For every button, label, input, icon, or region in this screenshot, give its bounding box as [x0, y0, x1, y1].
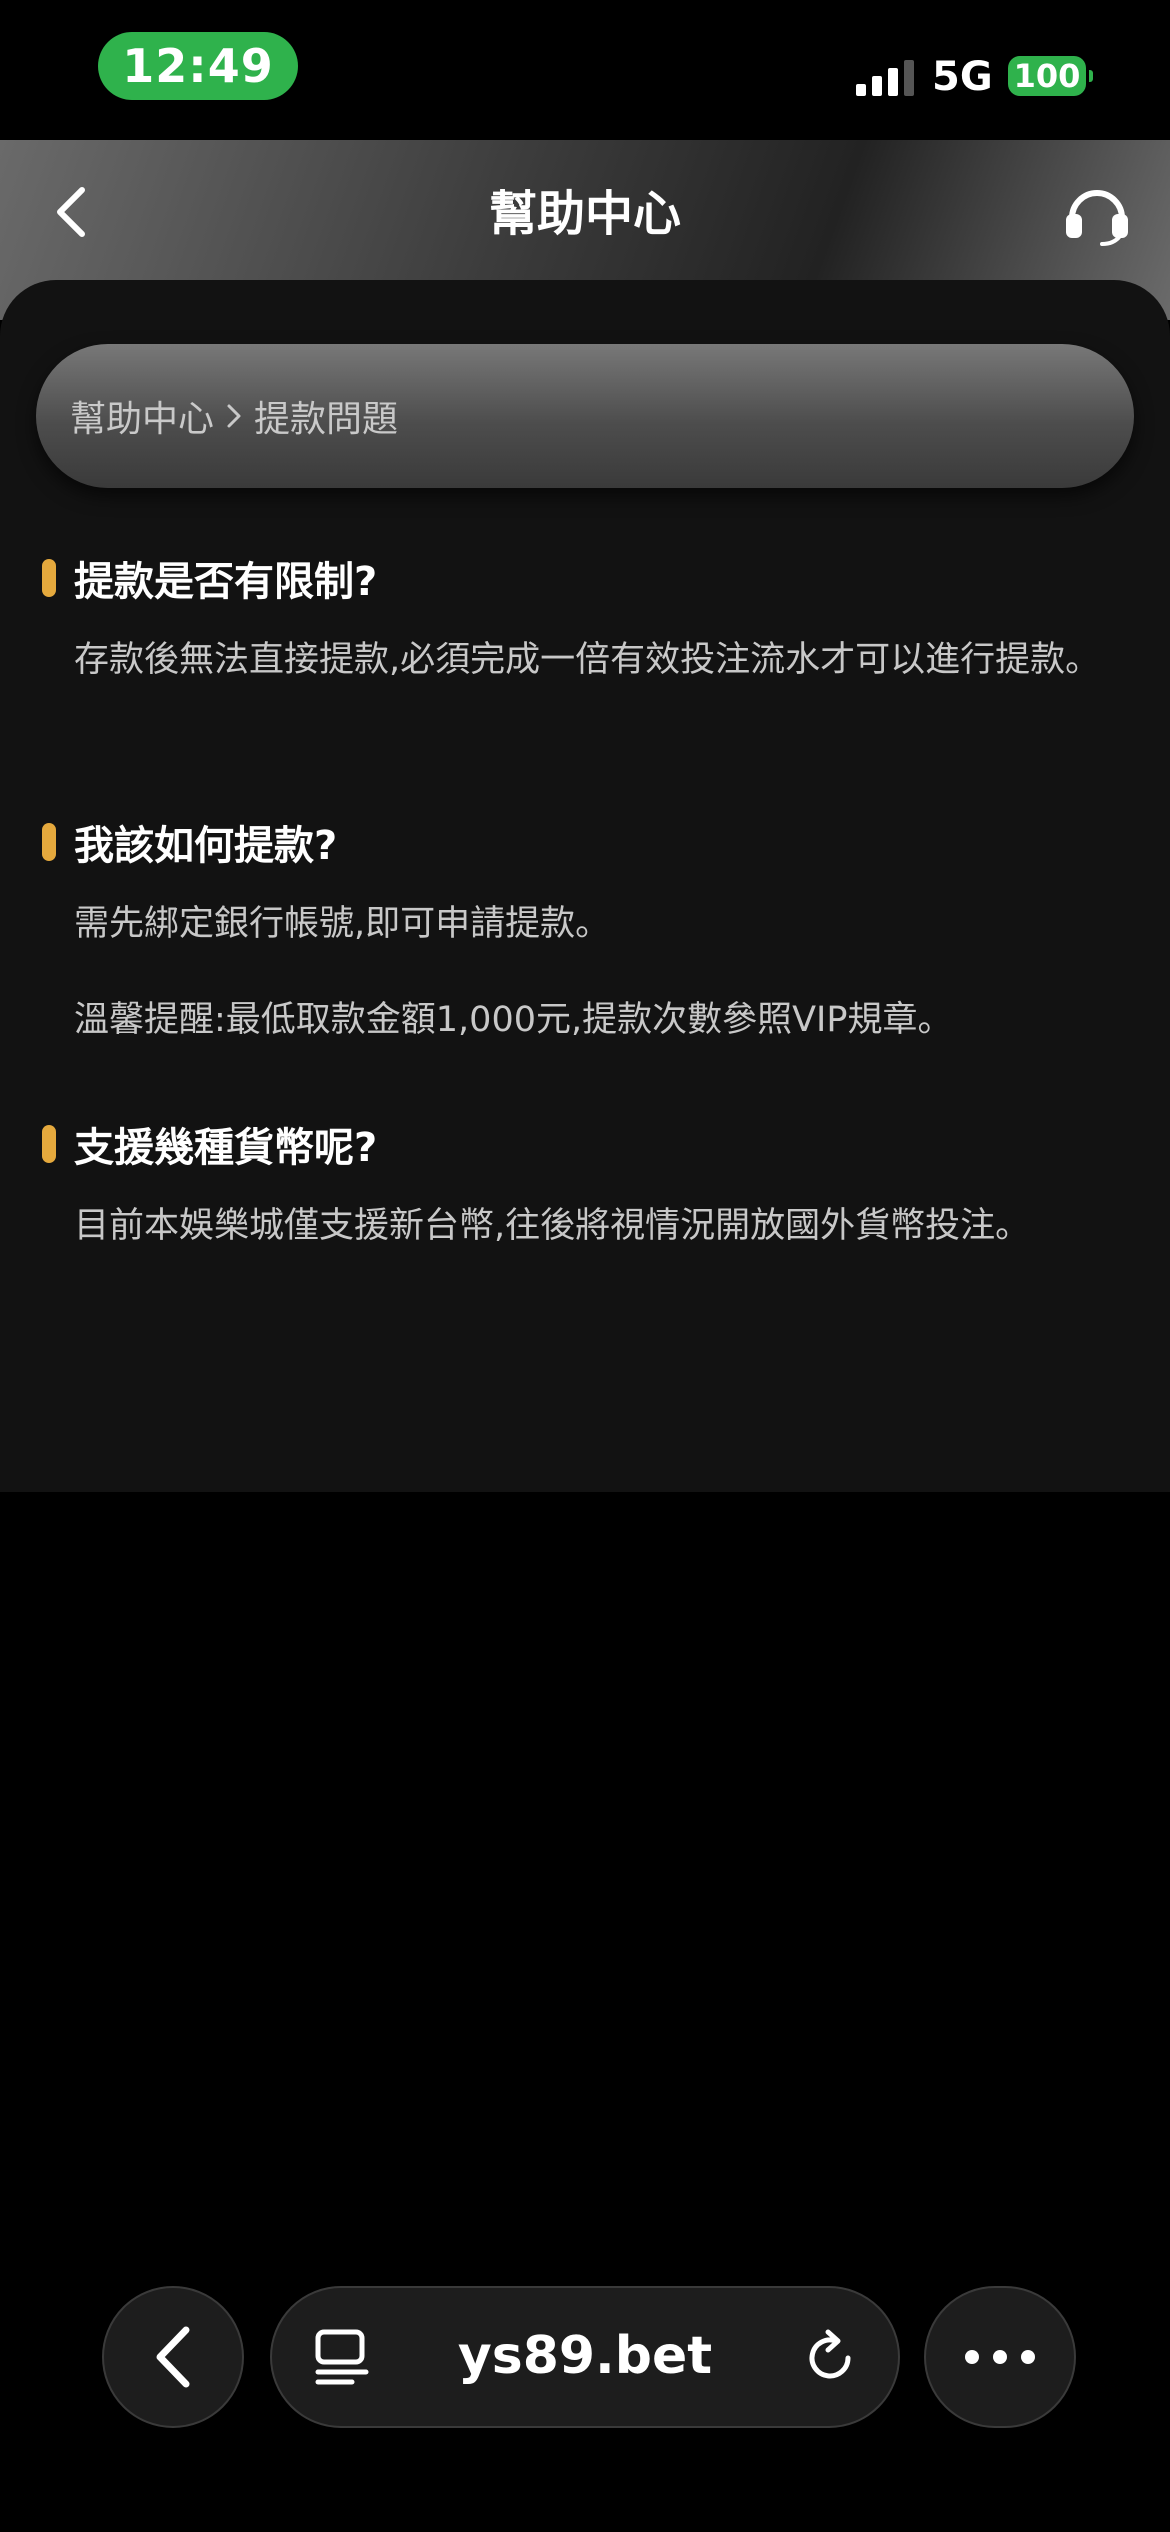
url-bar[interactable]: ys89.bet [270, 2286, 900, 2428]
faq-question: 我該如何提款? [74, 823, 338, 869]
faq-answer: 目前本娛樂城僅支援新台幣,往後將視情況開放國外貨幣投注。 [74, 1206, 1031, 1246]
battery-indicator: 100 [1008, 56, 1086, 96]
more-icon [965, 2350, 1035, 2364]
breadcrumb: 幫助中心 提款問題 [36, 344, 1134, 488]
signal-icon [856, 60, 914, 96]
battery-nub [1089, 70, 1093, 82]
accent-bar [42, 559, 56, 597]
status-bar: 12:49 5G 100 [0, 0, 1170, 140]
chevron-left-icon [156, 2326, 190, 2388]
faq-question-row: 提款是否有限制? [42, 548, 1132, 608]
faq-question-row: 支援幾種貨幣呢? [42, 1114, 1132, 1174]
network-label: 5G [932, 54, 993, 100]
breadcrumb-current: 提款問題 [254, 399, 399, 440]
accent-bar [42, 823, 56, 861]
reload-icon[interactable] [802, 2328, 862, 2388]
browser-back-button[interactable] [102, 2286, 244, 2428]
faq-question: 支援幾種貨幣呢? [74, 1125, 378, 1171]
faq-question-row: 我該如何提款? [42, 812, 1132, 872]
breadcrumb-root[interactable]: 幫助中心 [70, 390, 214, 442]
page-title: 幫助中心 [488, 186, 681, 242]
status-time: 12:49 [98, 32, 298, 100]
accent-bar [42, 1125, 56, 1163]
faq-note: 溫馨提醒:最低取款金額1,000元,提款次數參照VIP規章。 [74, 1000, 953, 1040]
faq-answer: 存款後無法直接提款,必須完成一倍有效投注流水才可以進行提款。 [74, 640, 1101, 680]
faq-item: 提款是否有限制? 存款後無法直接提款,必須完成一倍有效投注流水才可以進行提款。 [42, 548, 1132, 690]
faq-item: 支援幾種貨幣呢? 目前本娛樂城僅支援新台幣,往後將視情況開放國外貨幣投注。 [42, 1114, 1132, 1256]
chevron-right-icon [224, 401, 244, 431]
faq-question: 提款是否有限制? [74, 559, 378, 605]
faq-answer: 需先綁定銀行帳號,即可申請提款。 [74, 904, 611, 944]
content-card: 幫助中心 提款問題 提款是否有限制? 存款後無法直接提款,必須完成一倍有效投注流… [0, 280, 1170, 1492]
headset-icon[interactable] [1062, 178, 1132, 248]
more-button[interactable] [924, 2286, 1076, 2428]
battery-level: 100 [1013, 57, 1081, 95]
faq-item: 我該如何提款? 需先綁定銀行帳號,即可申請提款。 溫馨提醒:最低取款金額1,00… [42, 812, 1132, 1050]
